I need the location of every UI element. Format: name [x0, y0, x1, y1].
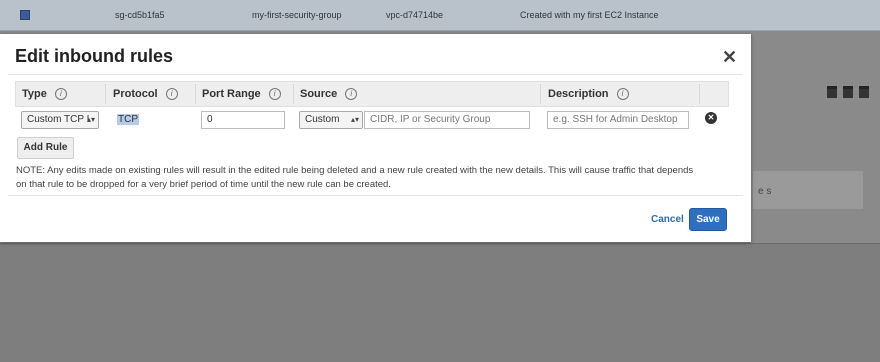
- remove-rule-icon[interactable]: ✕: [705, 112, 717, 124]
- group-id: sg-cd5b1fa5: [115, 10, 165, 20]
- column-divider: [105, 84, 106, 104]
- column-description: Description i: [548, 88, 629, 100]
- port-range-input[interactable]: 0: [201, 111, 285, 129]
- column-divider: [293, 84, 294, 104]
- background-lower-area: [0, 243, 880, 362]
- security-group-row: sg-cd5b1fa5 my-first-security-group vpc-…: [0, 0, 880, 31]
- source-select[interactable]: Custom ▴▾: [299, 111, 363, 129]
- layout-icon: [859, 86, 869, 98]
- close-icon[interactable]: ✕: [722, 48, 737, 66]
- view-toggle-icons: [827, 86, 869, 98]
- group-description: Created with my first EC2 Instance: [520, 10, 659, 20]
- column-protocol: Protocol i: [113, 88, 178, 100]
- edit-inbound-rules-dialog: Edit inbound rules ✕ Type i Protocol i Por…: [0, 34, 751, 242]
- title-divider: [8, 74, 743, 75]
- edit-warning-note: NOTE: Any edits made on existing rules w…: [16, 165, 694, 190]
- column-divider: [699, 84, 700, 104]
- column-divider: [540, 84, 541, 104]
- vpc-id: vpc-d74714be: [386, 10, 444, 20]
- cancel-button[interactable]: Cancel: [651, 214, 684, 225]
- background-divider: [0, 243, 880, 244]
- column-port-range: Port Range i: [202, 88, 281, 100]
- select-arrow-icon: ▴▾: [86, 115, 95, 124]
- footer-divider: [8, 195, 743, 196]
- info-icon[interactable]: i: [345, 88, 358, 100]
- column-source: Source i: [300, 88, 358, 100]
- info-icon[interactable]: i: [165, 88, 178, 100]
- select-arrow-icon: ▴▾: [350, 115, 359, 124]
- column-divider: [195, 84, 196, 104]
- save-button[interactable]: Save: [689, 208, 727, 231]
- source-cidr-input[interactable]: CIDR, IP or Security Group: [364, 111, 530, 129]
- row-checkbox: [20, 10, 30, 20]
- group-name: my-first-security-group: [252, 10, 342, 20]
- add-rule-button[interactable]: Add Rule: [17, 137, 74, 159]
- layout-icon: [843, 86, 853, 98]
- background-panel-text: e s: [758, 186, 772, 197]
- protocol-field[interactable]: TCP: [111, 111, 185, 129]
- column-type: Type i: [22, 88, 67, 100]
- info-icon[interactable]: i: [268, 88, 281, 100]
- dialog-title: Edit inbound rules: [15, 46, 173, 66]
- info-icon[interactable]: i: [54, 88, 67, 100]
- info-icon[interactable]: i: [616, 88, 629, 100]
- layout-icon: [827, 86, 837, 98]
- type-select[interactable]: Custom TCP I ▴▾: [21, 111, 99, 129]
- rules-table-header: Type i Protocol i Port Range i Source i Desc…: [15, 81, 729, 107]
- rule-row: Custom TCP I ▴▾ TCP 0 Custom ▴▾ CIDR, IP o…: [15, 108, 727, 130]
- description-input[interactable]: e.g. SSH for Admin Desktop: [547, 111, 689, 129]
